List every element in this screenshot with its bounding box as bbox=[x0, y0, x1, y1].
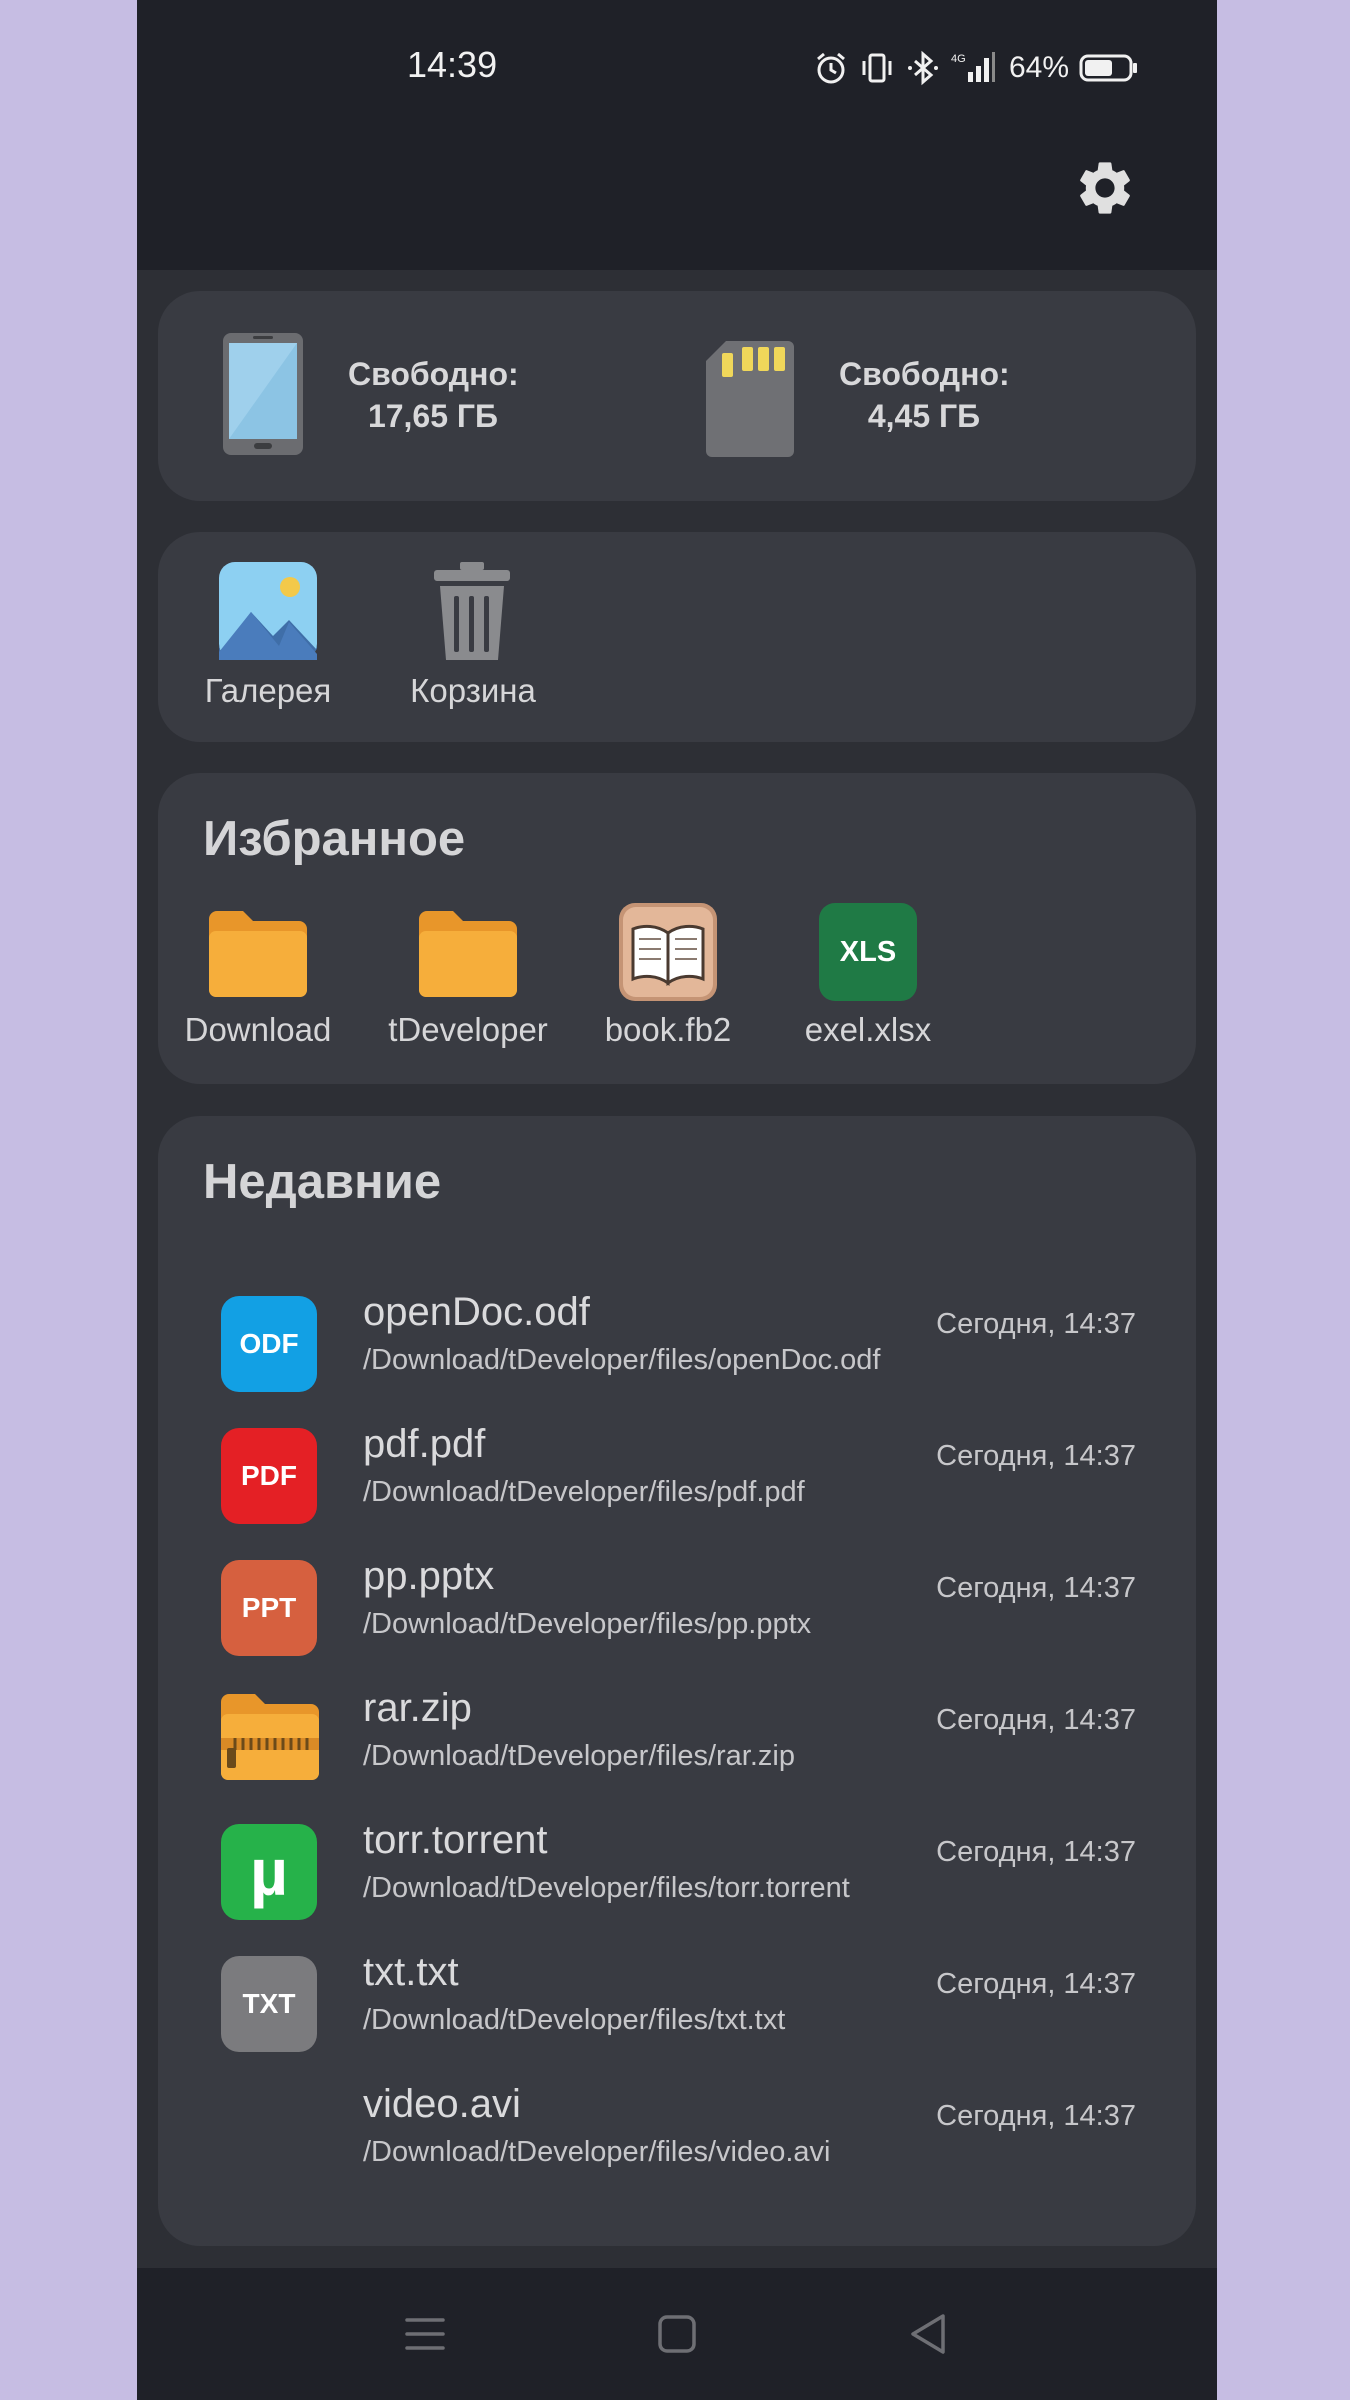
file-date: Сегодня, 14:37 bbox=[936, 1836, 1136, 1868]
favorite-label: Download bbox=[184, 1011, 332, 1048]
zip-icon bbox=[221, 1694, 319, 1780]
recent-item-zip[interactable]: rar.zip /Download/tDeveloper/files/rar.z… bbox=[158, 1676, 1196, 1808]
trash-tile[interactable]: Корзина bbox=[398, 562, 548, 722]
file-date: Сегодня, 14:37 bbox=[936, 1308, 1136, 1340]
favorite-label: exel.xlsx bbox=[804, 1011, 932, 1048]
file-name: video.avi bbox=[363, 2082, 521, 2126]
file-path: /Download/tDeveloper/files/torr.torrent bbox=[363, 1872, 850, 1904]
file-name: txt.txt bbox=[363, 1950, 459, 1994]
folder-icon bbox=[419, 911, 517, 997]
file-path: /Download/tDeveloper/files/pdf.pdf bbox=[363, 1476, 805, 1508]
ppt-icon: PPT bbox=[221, 1560, 317, 1656]
favorite-item-tdeveloper[interactable]: tDeveloper bbox=[378, 909, 558, 1059]
gallery-label: Галерея bbox=[204, 672, 332, 709]
trash-icon bbox=[434, 562, 510, 660]
top-app-bar: 14:39 4G 64% bbox=[137, 0, 1217, 270]
file-name: openDoc.odf bbox=[363, 1290, 590, 1334]
file-path: /Download/tDeveloper/files/pp.pptx bbox=[363, 1608, 812, 1640]
file-path: /Download/tDeveloper/files/txt.txt bbox=[363, 2004, 786, 2036]
internal-free-value: 17,65 ГБ bbox=[367, 398, 499, 434]
gallery-tile[interactable]: Галерея bbox=[198, 562, 338, 722]
sd-storage[interactable]: Свободно: 4,45 ГБ bbox=[677, 291, 1196, 501]
gallery-icon bbox=[219, 562, 317, 660]
file-date: Сегодня, 14:37 bbox=[936, 1968, 1136, 2000]
gear-icon[interactable] bbox=[1073, 156, 1137, 220]
battery-percent: 64% bbox=[1009, 51, 1070, 84]
internal-storage-text: Свободно: 17,65 ГБ bbox=[348, 353, 519, 437]
favorite-item-book[interactable]: book.fb2 bbox=[578, 903, 758, 1059]
favorites-card: Избранное Download tDeveloper book.fb2 X… bbox=[158, 773, 1196, 1084]
signal-icon: 4G bbox=[951, 52, 995, 82]
bluetooth-icon bbox=[908, 50, 938, 86]
file-path: /Download/tDeveloper/files/video.avi bbox=[363, 2136, 831, 2168]
status-time: 14:39 bbox=[407, 44, 498, 85]
status-icons: 4G 64% bbox=[813, 44, 1139, 92]
favorite-item-excel[interactable]: XLS exel.xlsx bbox=[778, 903, 958, 1059]
file-date: Сегодня, 14:37 bbox=[936, 2100, 1136, 2132]
sd-card-icon bbox=[706, 341, 794, 457]
folder-icon bbox=[209, 911, 307, 997]
file-name: torr.torrent bbox=[363, 1818, 548, 1862]
recent-item-txt[interactable]: TXT txt.txt /Download/tDeveloper/files/t… bbox=[158, 1940, 1196, 2072]
sd-storage-text: Свободно: 4,45 ГБ bbox=[839, 353, 1010, 437]
favorite-label: book.fb2 bbox=[604, 1011, 732, 1048]
odf-icon: ODF bbox=[221, 1296, 317, 1392]
recent-card: Недавние ODF openDoc.odf /Download/tDeve… bbox=[158, 1116, 1196, 2246]
internal-free-label: Свободно: bbox=[348, 356, 519, 392]
file-name: pp.pptx bbox=[363, 1554, 495, 1598]
file-date: Сегодня, 14:37 bbox=[936, 1572, 1136, 1604]
phone-icon bbox=[223, 333, 303, 455]
xls-icon: XLS bbox=[819, 903, 917, 1001]
favorites-title: Избранное bbox=[203, 812, 466, 866]
file-path: /Download/tDeveloper/files/rar.zip bbox=[363, 1740, 795, 1772]
sd-free-label: Свободно: bbox=[839, 356, 1010, 392]
torrent-icon: µ bbox=[221, 1824, 317, 1920]
file-date: Сегодня, 14:37 bbox=[936, 1440, 1136, 1472]
battery-icon bbox=[1079, 54, 1138, 82]
file-name: pdf.pdf bbox=[363, 1422, 486, 1466]
vibrate-icon bbox=[862, 53, 892, 83]
pdf-icon: PDF bbox=[221, 1428, 317, 1524]
file-date: Сегодня, 14:37 bbox=[936, 1704, 1136, 1736]
network-type: 4G bbox=[951, 53, 966, 65]
favorite-label: tDeveloper bbox=[388, 1011, 548, 1048]
favorite-item-download[interactable]: Download bbox=[178, 909, 338, 1059]
book-icon bbox=[619, 903, 717, 1001]
recent-item-avi[interactable]: video.avi /Download/tDeveloper/files/vid… bbox=[158, 2072, 1196, 2204]
recent-item-torrent[interactable]: µ torr.torrent /Download/tDeveloper/file… bbox=[158, 1808, 1196, 1940]
back-icon[interactable] bbox=[899, 2304, 959, 2364]
storage-card: Свободно: 17,65 ГБ Свободно: 4,45 ГБ bbox=[158, 291, 1196, 501]
alarm-icon bbox=[817, 52, 845, 84]
recent-item-pptx[interactable]: PPT pp.pptx /Download/tDeveloper/files/p… bbox=[158, 1544, 1196, 1676]
sd-free-value: 4,45 ГБ bbox=[867, 398, 981, 434]
recent-item-pdf[interactable]: PDF pdf.pdf /Download/tDeveloper/files/p… bbox=[158, 1412, 1196, 1544]
recent-item-odf[interactable]: ODF openDoc.odf /Download/tDeveloper/fil… bbox=[158, 1280, 1196, 1412]
internal-storage[interactable]: Свободно: 17,65 ГБ bbox=[158, 291, 677, 501]
phone-screen: 14:39 4G 64% Свободно: 17,65 ГБ Свободно… bbox=[137, 0, 1217, 2400]
trash-label: Корзина bbox=[410, 672, 536, 709]
system-nav-bar bbox=[137, 2268, 1217, 2400]
recent-title: Недавние bbox=[203, 1155, 442, 1209]
txt-icon: TXT bbox=[221, 1956, 317, 2052]
quick-access-card: Галерея Корзина bbox=[158, 532, 1196, 742]
home-icon[interactable] bbox=[647, 2304, 707, 2364]
file-name: rar.zip bbox=[363, 1686, 472, 1730]
file-path: /Download/tDeveloper/files/openDoc.odf bbox=[363, 1344, 881, 1376]
menu-icon[interactable] bbox=[395, 2304, 455, 2364]
